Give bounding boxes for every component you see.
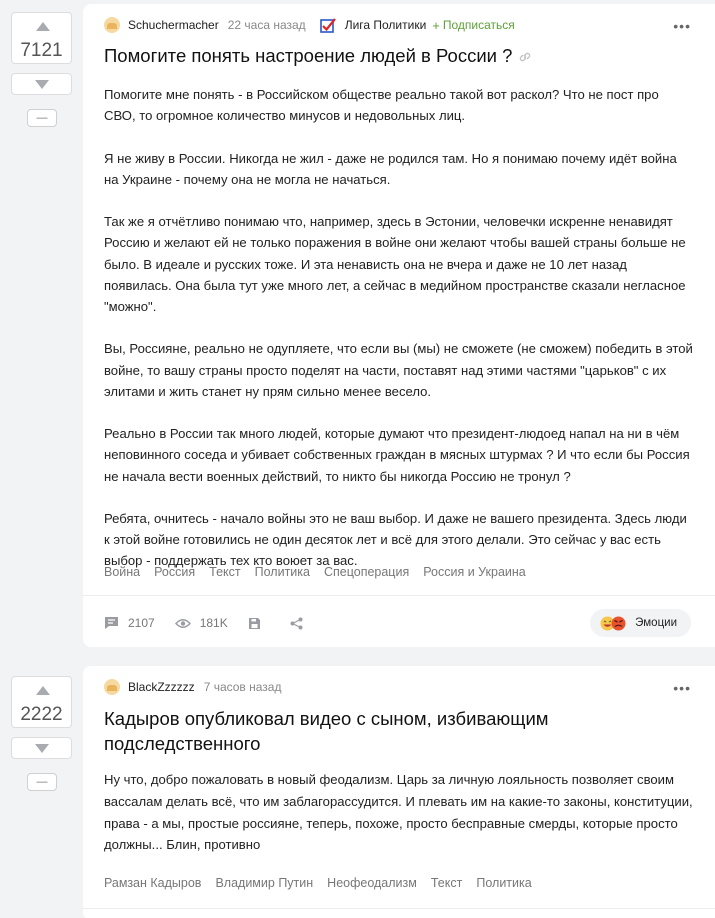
post: 7121 — Schuchermacher 22 часа назад Лига… bbox=[0, 0, 715, 650]
tag[interactable]: Россия bbox=[154, 565, 195, 579]
subscribe-label: Подписаться bbox=[442, 18, 515, 32]
post-header: BlackZzzzzz 7 часов назад ••• bbox=[104, 678, 691, 696]
comment-icon bbox=[105, 617, 118, 629]
paragraph: Помогите мне понять - в Российском общес… bbox=[104, 87, 659, 124]
emotions-button[interactable]: Эмоции bbox=[590, 609, 691, 637]
community-icon bbox=[319, 17, 336, 33]
rating-score: 7121 bbox=[20, 40, 63, 61]
link-icon[interactable] bbox=[518, 50, 532, 64]
post-header: Schuchermacher 22 часа назад Лига Полити… bbox=[104, 16, 691, 34]
eye-icon bbox=[174, 618, 191, 628]
post-body: Ну что, добро пожаловать в новый феодали… bbox=[104, 769, 693, 877]
tag[interactable]: Политика bbox=[476, 876, 531, 890]
author-avatar[interactable] bbox=[104, 17, 120, 33]
arrow-down-icon bbox=[34, 79, 49, 89]
post-body: Помогите мне понять - в Российском общес… bbox=[104, 84, 693, 593]
upvote-button[interactable] bbox=[12, 677, 73, 703]
upvote-button[interactable] bbox=[12, 13, 73, 39]
post-card: Schuchermacher 22 часа назад Лига Полити… bbox=[83, 4, 715, 647]
tag[interactable]: Неофеодализм bbox=[327, 876, 417, 890]
more-options-icon[interactable]: ••• bbox=[673, 680, 691, 696]
paragraph: Ну что, добро пожаловать в новый феодали… bbox=[104, 772, 693, 853]
emotion-faces bbox=[600, 616, 626, 631]
tag[interactable]: Рамзан Кадыров bbox=[104, 876, 201, 890]
tag-list: Рамзан Кадыров Владимир Путин Неофеодали… bbox=[104, 876, 546, 890]
paragraph: Ребята, очнитесь - начало войны это не в… bbox=[104, 510, 687, 569]
tag[interactable]: Владимир Путин bbox=[215, 876, 313, 890]
tag[interactable]: Россия и Украина bbox=[423, 565, 526, 579]
share-icon bbox=[290, 617, 303, 629]
downvote-button[interactable] bbox=[11, 73, 72, 95]
tag[interactable]: Война bbox=[104, 565, 140, 579]
tag[interactable]: Спецоперация bbox=[324, 565, 409, 579]
save-button[interactable] bbox=[248, 617, 270, 630]
comments-count: 2107 bbox=[128, 616, 155, 630]
more-options-icon[interactable]: ••• bbox=[673, 18, 691, 34]
subscribe-button[interactable]: + Подписаться bbox=[432, 18, 515, 33]
tag[interactable]: Политика bbox=[255, 565, 310, 579]
arrow-up-icon bbox=[35, 685, 50, 695]
post-footer: 2107 181K Эмоции bbox=[83, 595, 715, 650]
tag-list: Война Россия Текст Политика Спецоперация… bbox=[104, 565, 540, 579]
angry-emoji-icon bbox=[611, 616, 626, 630]
share-button[interactable] bbox=[290, 617, 312, 630]
arrow-down-icon bbox=[34, 743, 49, 753]
paragraph: Я не живу в России. Никогда не жил - даж… bbox=[104, 150, 677, 187]
tag[interactable]: Текст bbox=[209, 565, 240, 579]
author-name[interactable]: BlackZzzzzz bbox=[128, 680, 195, 694]
downvote-button[interactable] bbox=[11, 737, 72, 759]
tag[interactable]: Текст bbox=[431, 876, 462, 890]
paragraph: Так же я отчётливо понимаю что, например… bbox=[104, 214, 686, 314]
hide-post-button[interactable]: — bbox=[27, 109, 57, 127]
author-name[interactable]: Schuchermacher bbox=[128, 18, 219, 32]
rating-block: 7121 bbox=[11, 12, 72, 95]
rating-score: 2222 bbox=[20, 704, 63, 725]
comments-button[interactable]: 2107 bbox=[104, 616, 155, 630]
save-icon bbox=[248, 617, 260, 629]
rating-box: 7121 bbox=[11, 12, 72, 64]
post-title[interactable]: Кадыров опубликовал видео с сыном, избив… bbox=[104, 706, 574, 756]
post: 2222 — BlackZzzzzz 7 часов назад ••• Кад… bbox=[0, 662, 715, 918]
community-name[interactable]: Лига Политики bbox=[345, 18, 427, 32]
post-footer bbox=[83, 908, 715, 918]
views-counter: 181K bbox=[174, 616, 228, 630]
rating-box: 2222 bbox=[11, 676, 72, 728]
emotions-label: Эмоции bbox=[635, 617, 677, 629]
post-title[interactable]: Помогите понять настроение людей в Росси… bbox=[104, 43, 532, 68]
post-card: BlackZzzzzz 7 часов назад ••• Кадыров оп… bbox=[83, 666, 715, 918]
paragraph: Реально в России так много людей, которы… bbox=[104, 426, 690, 484]
post-time: 22 часа назад bbox=[227, 18, 306, 32]
author-avatar[interactable] bbox=[104, 679, 120, 695]
views-count: 181K bbox=[199, 616, 228, 630]
plus-icon: + bbox=[432, 17, 440, 33]
post-time: 7 часов назад bbox=[203, 680, 282, 694]
rating-block: 2222 bbox=[11, 676, 72, 759]
paragraph: Вы, Россияне, реально не одупляете, что … bbox=[104, 341, 693, 399]
hide-post-button[interactable]: — bbox=[27, 773, 57, 791]
post-title-text: Помогите понять настроение людей в Росси… bbox=[104, 45, 513, 66]
arrow-up-icon bbox=[35, 21, 50, 31]
